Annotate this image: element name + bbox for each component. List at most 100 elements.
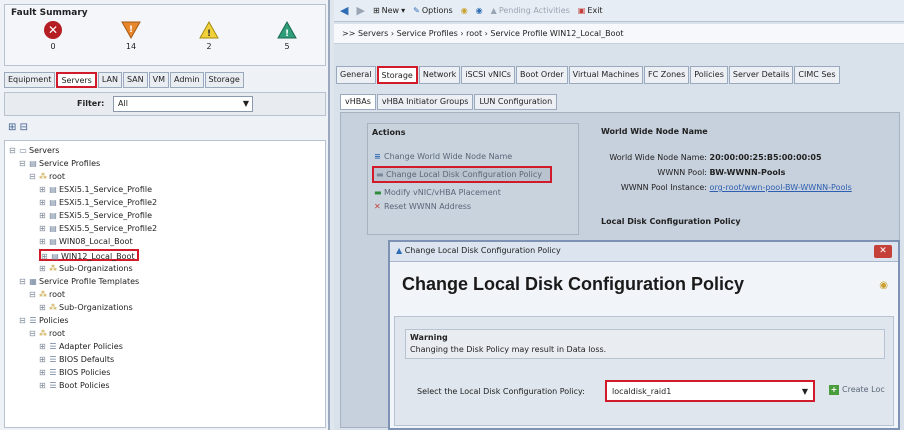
fault-major[interactable]: ! 14 <box>111 21 151 51</box>
fault-warning[interactable]: ! 5 <box>267 21 307 51</box>
collapse-all-icon[interactable]: ⊟ <box>20 122 28 133</box>
back-icon[interactable]: ◀ <box>340 4 348 17</box>
breadcrumb[interactable]: >> Servers › Service Profiles › root › S… <box>334 24 904 44</box>
tree-node[interactable]: ⊞ ▤ ESXi5.5_Service_Profile <box>39 210 152 222</box>
storage-subtabs: vHBAs vHBA Initiator Groups LUN Configur… <box>340 94 558 110</box>
actions-box: Actions ≡ Change World Wide Node Name ▬ Ch… <box>367 123 579 235</box>
tree-node[interactable]: ⊞ ☰ Adapter Policies <box>39 341 123 353</box>
policy-icon: ☰ <box>49 381 57 390</box>
org-icon: ⁂ <box>39 172 47 181</box>
tab-virtual-machines[interactable]: Virtual Machines <box>568 66 643 84</box>
wwnn-section: World Wide Node Name World Wide Node Nam… <box>599 123 899 209</box>
pending-activities-button[interactable]: ▲ Pending Activities <box>491 6 570 15</box>
filter-bar: Filter: All ▼ <box>4 92 326 116</box>
close-button[interactable]: ✕ <box>874 245 892 258</box>
wwnn-pool-row: WWNN Pool: BW-WWNN-Pools <box>657 168 786 177</box>
expand-all-icon[interactable]: ⊞ <box>8 122 16 133</box>
tab-iscsi-vnics[interactable]: iSCSI vNICs <box>461 66 515 84</box>
chevron-down-icon: ▼ <box>801 387 808 396</box>
filter-select[interactable]: All ▼ <box>113 96 253 112</box>
tree-node[interactable]: ⊟ ▦ Service Profile Templates <box>19 276 139 288</box>
tree-node[interactable]: ⊟ ▤ Service Profiles <box>19 158 100 170</box>
tree-node[interactable]: ⊞ ⁂ Sub-Organizations <box>39 302 133 314</box>
org-icon: ⁂ <box>39 329 47 338</box>
tree-node[interactable]: ⊞ ☰ BIOS Defaults <box>39 354 114 366</box>
fault-summary-title: Fault Summary <box>11 8 88 18</box>
tree-node[interactable]: ⊞ ☰ Boot Policies <box>39 380 110 392</box>
tree-node[interactable]: ⊟ ▭ Servers <box>9 145 59 157</box>
fault-minor[interactable]: ! 2 <box>189 21 229 51</box>
tab-vhba-initiator-groups[interactable]: vHBA Initiator Groups <box>376 94 474 110</box>
info-icon[interactable]: ◉ <box>476 6 483 15</box>
critical-icon: ✕ <box>44 21 62 39</box>
tree-node[interactable]: ⊞ ▤ ESXi5.5_Service_Profile2 <box>39 223 157 235</box>
tree-node[interactable]: ⊟ ⁂ root <box>29 328 65 340</box>
profile-icon: ▤ <box>49 211 57 220</box>
tab-network[interactable]: Network <box>418 66 461 84</box>
tab-equipment[interactable]: Equipment <box>4 72 56 88</box>
wwnn-instance-link[interactable]: org-root/wwn-pool-BW-WWNN-Pools <box>710 183 852 192</box>
policy-icon: ☰ <box>49 368 57 377</box>
new-button[interactable]: ⊞ New ▾ <box>373 6 405 15</box>
actions-title: Actions <box>372 128 406 137</box>
wwnn-icon: ≡ <box>374 152 381 161</box>
new-icon: ⊞ <box>372 6 380 15</box>
template-icon: ▦ <box>29 277 37 286</box>
tree-node[interactable]: ⊞ ▤ WIN08_Local_Boot <box>39 236 133 248</box>
tab-cimc-sessions[interactable]: CIMC Ses <box>794 66 840 84</box>
tab-fc-zones[interactable]: FC Zones <box>644 66 690 84</box>
dialog-titlebar[interactable]: ▲ Change Local Disk Configuration Policy… <box>390 242 898 262</box>
local-disk-policy-select[interactable]: localdisk_raid1 ▼ <box>605 380 815 402</box>
pending-icon: ▲ <box>490 6 497 15</box>
tree-node[interactable]: ⊞ ▤ ESXi5.1_Service_Profile2 <box>39 197 157 209</box>
help-icon[interactable]: ◉ <box>461 6 468 15</box>
profile-icon: ▤ <box>49 237 57 246</box>
navigation-tabs: Equipment Servers LAN SAN VM Admin Stora… <box>4 72 245 88</box>
tab-server-details[interactable]: Server Details <box>728 66 794 84</box>
tree-node[interactable]: ⊟ ⁂ root <box>29 289 65 301</box>
tab-san[interactable]: SAN <box>122 72 148 88</box>
reset-wwnn-action[interactable]: ✕ Reset WWNN Address <box>374 202 471 211</box>
tab-storage-profile[interactable]: Storage <box>376 66 418 84</box>
tab-vm[interactable]: VM <box>148 72 170 88</box>
exit-button[interactable]: ▣ Exit <box>578 6 603 15</box>
disk-icon: ▬ <box>376 170 384 179</box>
tab-lan[interactable]: LAN <box>97 72 122 88</box>
major-icon: ! <box>121 21 141 39</box>
change-local-disk-policy-action[interactable]: ▬ Change Local Disk Configuration Policy <box>372 166 552 183</box>
local-disk-policy-title: Local Disk Configuration Policy <box>601 217 741 226</box>
warning-title: Warning <box>410 333 448 342</box>
dialog-warning-icon: ▲ <box>396 246 403 255</box>
tab-admin[interactable]: Admin <box>170 72 204 88</box>
svg-text:!: ! <box>285 29 289 39</box>
tab-general[interactable]: General <box>336 66 376 84</box>
help-icon[interactable]: ◉ <box>879 280 888 291</box>
tab-boot-order[interactable]: Boot Order <box>515 66 568 84</box>
change-local-disk-dialog: ▲ Change Local Disk Configuration Policy… <box>388 240 900 430</box>
fault-critical[interactable]: ✕ 0 <box>33 21 73 51</box>
warning-icon: ! <box>277 21 297 39</box>
tab-storage[interactable]: Storage <box>204 72 244 88</box>
tab-servers[interactable]: Servers <box>56 72 97 88</box>
options-button[interactable]: ✎ Options <box>413 6 453 15</box>
tree-node[interactable]: ⊟ ⁂ root <box>29 171 65 183</box>
org-icon: ⁂ <box>49 264 57 273</box>
chevron-down-icon: ▾ <box>401 6 406 15</box>
forward-icon[interactable]: ▶ <box>356 4 364 17</box>
warning-message: Changing the Disk Policy may result in D… <box>410 345 607 354</box>
fault-summary: Fault Summary ✕ 0 ! 14 ! 2 ! 5 <box>4 4 326 66</box>
tab-vhbas[interactable]: vHBAs <box>340 94 376 110</box>
change-wwnn-action[interactable]: ≡ Change World Wide Node Name <box>374 152 512 161</box>
tab-policies[interactable]: Policies <box>690 66 728 84</box>
tree-node[interactable]: ⊟ ☰ Policies <box>19 315 69 327</box>
profile-icon: ▤ <box>49 198 57 207</box>
profile-icon: ▤ <box>49 185 57 194</box>
modify-placement-action[interactable]: ▬ Modify vNIC/vHBA Placement <box>374 188 501 197</box>
tree-node[interactable]: ⊞ ▤ ESXi5.1_Service_Profile <box>39 184 152 196</box>
tree-node[interactable]: ⊞ ⁂ Sub-Organizations <box>39 263 133 275</box>
tree-toolbar: ⊞ ⊟ <box>8 122 28 133</box>
create-local-disk-policy-link[interactable]: + Create Loc <box>829 385 885 395</box>
tab-lun-configuration[interactable]: LUN Configuration <box>474 94 558 110</box>
tree-node[interactable]: ⊞ ☰ BIOS Policies <box>39 367 110 379</box>
tree-node-selected[interactable]: ⊞ ▤ WIN12_Local_Boot <box>39 249 139 261</box>
